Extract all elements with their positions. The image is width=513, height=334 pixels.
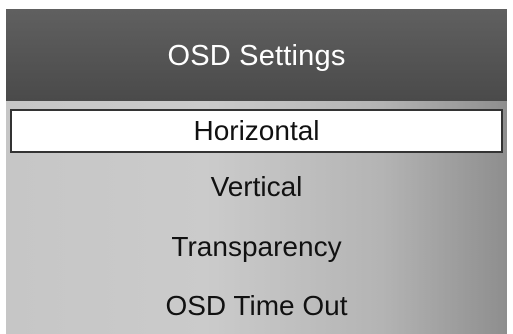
menu-item-osd-time-out[interactable]: OSD Time Out: [6, 284, 507, 328]
page-title: OSD Settings: [167, 39, 346, 72]
menu-item-vertical[interactable]: Vertical: [6, 165, 507, 209]
osd-menu-list: Horizontal Vertical Transparency OSD Tim…: [6, 101, 507, 334]
menu-item-horizontal[interactable]: Horizontal: [10, 109, 503, 153]
osd-header: OSD Settings: [6, 9, 507, 101]
menu-item-transparency[interactable]: Transparency: [6, 225, 507, 269]
osd-menu-window: OSD Settings Horizontal Vertical Transpa…: [0, 0, 513, 334]
